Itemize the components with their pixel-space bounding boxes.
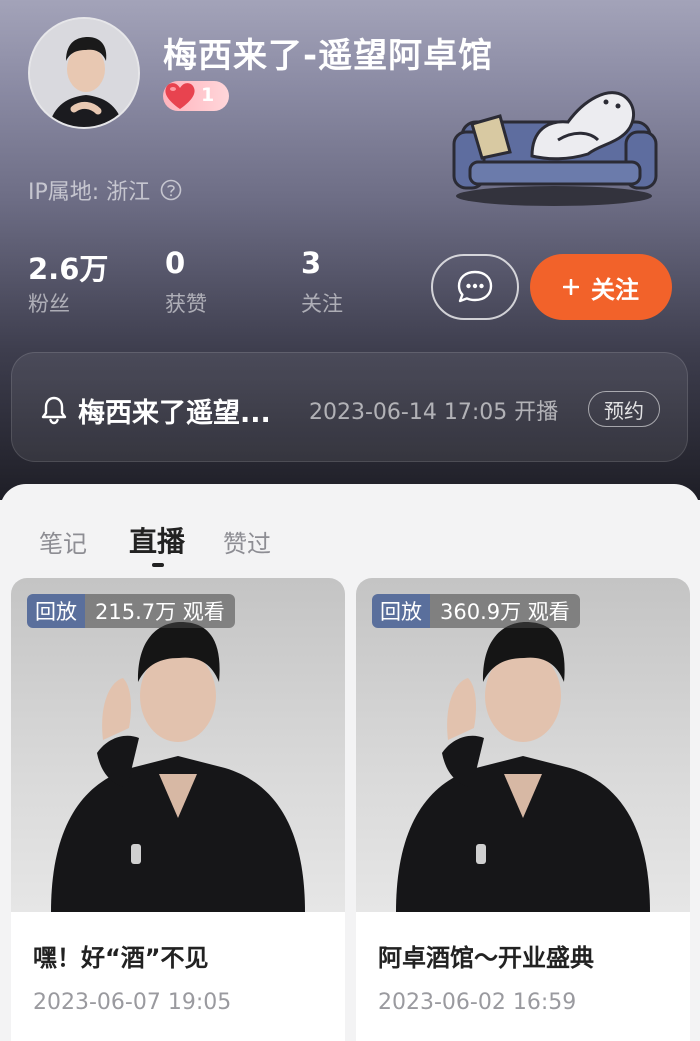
live-notice-card[interactable]: 梅西来了遥望... 2023-06-14 17:05 开播 预约 xyxy=(11,352,688,462)
stat-label: 关注 xyxy=(301,292,343,316)
bell-icon xyxy=(41,396,67,425)
stat-value: 2.6万 xyxy=(28,252,109,286)
replay-date: 2023-06-07 19:05 xyxy=(33,990,232,1015)
view-count: 360.9万 观看 xyxy=(430,594,580,628)
replay-card[interactable]: 回放 215.7万 观看 嘿！好“酒”不见 2023-06-07 19:05 xyxy=(11,578,345,1041)
replay-label: 回放 xyxy=(27,594,85,628)
sofa-illustration xyxy=(452,91,658,206)
help-icon[interactable] xyxy=(160,179,182,201)
tab-active-indicator xyxy=(152,563,164,567)
badge-count: 1 xyxy=(201,84,215,106)
avatar-person-illustration xyxy=(30,19,138,127)
replay-date: 2023-06-02 16:59 xyxy=(378,990,577,1015)
replay-tag: 回放 360.9万 观看 xyxy=(372,594,580,628)
tab-notes[interactable]: 笔记 xyxy=(39,524,87,559)
plus-icon xyxy=(563,279,579,295)
stat-followers[interactable]: 2.6万 粉丝 xyxy=(28,246,108,318)
stat-value: 3 xyxy=(301,246,322,280)
view-count: 215.7万 观看 xyxy=(85,594,235,628)
reserve-button[interactable]: 预约 xyxy=(588,391,660,427)
chat-bubble-icon xyxy=(457,270,493,303)
follow-button[interactable]: 关注 xyxy=(530,254,672,320)
live-start-time: 2023-06-14 17:05 开播 xyxy=(309,400,559,425)
ip-location: IP属地: 浙江 xyxy=(28,180,151,205)
tab-live[interactable]: 直播 xyxy=(129,520,185,560)
replay-tag: 回放 215.7万 观看 xyxy=(27,594,235,628)
content-panel: 笔记 直播 赞过 回放 215.7万 观看 嘿！好“酒”不见 2023-06-0… xyxy=(0,484,700,1041)
ip-location-row: IP属地: 浙江 xyxy=(28,175,182,205)
stat-value: 0 xyxy=(165,246,186,280)
avatar[interactable] xyxy=(28,17,140,129)
stat-following[interactable]: 3 关注 xyxy=(301,246,343,318)
fan-badge[interactable]: 1 xyxy=(163,81,229,111)
replay-thumbnail xyxy=(356,578,690,912)
replay-thumbnail xyxy=(11,578,345,912)
follow-label: 关注 xyxy=(591,275,639,304)
host-portrait-illustration xyxy=(396,622,650,912)
replay-card[interactable]: 回放 360.9万 观看 阿卓酒馆～开业盛典 2023-06-02 16:59 xyxy=(356,578,690,1041)
stat-label: 粉丝 xyxy=(28,292,70,316)
stat-likes[interactable]: 0 获赞 xyxy=(165,246,207,318)
username: 梅西来了-遥望阿卓馆 xyxy=(163,36,494,76)
replay-title: 嘿！好“酒”不见 xyxy=(33,944,209,972)
replay-label: 回放 xyxy=(372,594,430,628)
heart-icon xyxy=(165,83,195,109)
stat-label: 获赞 xyxy=(165,292,207,316)
message-button[interactable] xyxy=(431,254,519,320)
tab-liked[interactable]: 赞过 xyxy=(223,524,271,559)
host-portrait-illustration xyxy=(51,622,305,912)
live-title: 梅西来了遥望... xyxy=(78,398,271,429)
replay-title: 阿卓酒馆～开业盛典 xyxy=(378,944,594,972)
